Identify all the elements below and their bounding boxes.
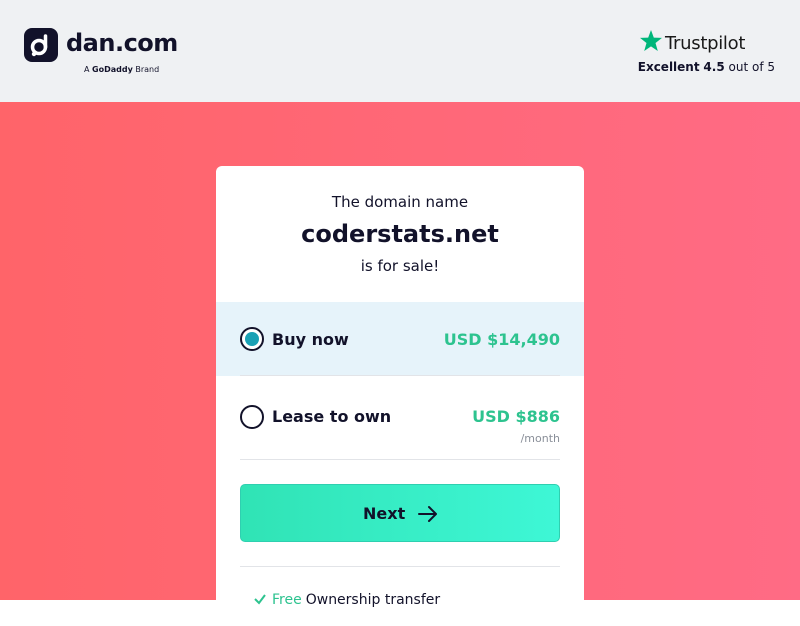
logo-sub-suffix: Brand [135, 65, 160, 74]
logo-wordmark: dan.com [66, 29, 178, 57]
buy-now-label: Buy now [272, 330, 349, 349]
card-intro: The domain name [331, 193, 469, 211]
site-header: dan.com A GoDaddy Brand Trustpilot Excel… [0, 0, 800, 102]
lease-radio[interactable] [240, 405, 264, 429]
dan-logo-icon [24, 28, 58, 62]
rating-suffix: out of 5 [728, 60, 775, 74]
next-button-label: Next [363, 504, 406, 523]
buy-now-radio[interactable] [240, 327, 264, 351]
check-icon [254, 594, 266, 605]
trustpilot-brand: Trustpilot [635, 29, 775, 55]
option-lease-to-own[interactable]: Lease to own USD $886 /month [216, 376, 584, 458]
transfer-label: Ownership transfer [305, 592, 441, 608]
trustpilot-rating: Excellent 4.5 out of 5 [638, 60, 775, 74]
trustpilot-star-icon [640, 30, 662, 51]
free-label: Free [272, 592, 302, 608]
divider [240, 459, 560, 460]
ownership-transfer-text: Free Ownership transfer [272, 592, 440, 608]
for-sale-text: is for sale! [360, 257, 440, 275]
lease-label: Lease to own [272, 407, 392, 426]
domain-name: coderstats.net [301, 220, 499, 248]
sale-card: The domain name coderstats.net is for sa… [216, 166, 584, 626]
buy-now-price: USD $14,490 [443, 330, 560, 349]
radio-dot [245, 332, 259, 346]
trustpilot-name: Trustpilot [665, 33, 746, 54]
rating-label: Excellent [637, 60, 700, 74]
option-buy-now[interactable]: Buy now USD $14,490 [216, 302, 584, 376]
next-button[interactable]: Next [240, 484, 560, 542]
logo-sub-brand: GoDaddy [92, 65, 133, 74]
lease-per-month: /month [520, 432, 560, 445]
logo-subtitle: A GoDaddy Brand [84, 65, 159, 74]
logo-sub-prefix: A [84, 65, 90, 74]
arrow-right-icon [418, 506, 437, 522]
lease-price: USD $886 [472, 407, 560, 426]
rating-value: 4.5 [703, 60, 725, 74]
ownership-transfer-row: Free Ownership transfer [216, 566, 584, 626]
dan-logo[interactable]: dan.com A GoDaddy Brand [24, 28, 204, 78]
